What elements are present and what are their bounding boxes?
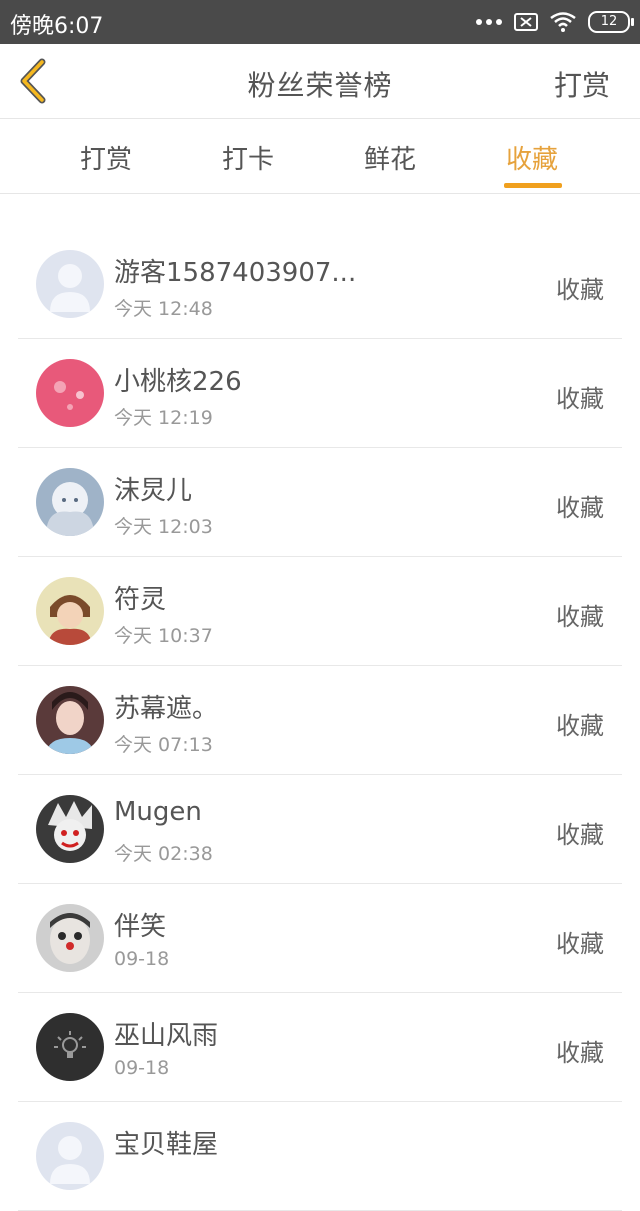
list-item[interactable]: 宝贝鞋屋 bbox=[18, 1102, 622, 1211]
tab-flowers[interactable]: 鲜花 bbox=[340, 139, 440, 176]
list-item[interactable]: 游客1587403907... 今天 12:48 收藏 bbox=[18, 230, 622, 339]
favorite-time: 09-18 bbox=[114, 948, 170, 970]
favorite-label: 收藏 bbox=[556, 276, 604, 304]
clown-avatar-icon bbox=[36, 904, 104, 972]
more-icon bbox=[476, 19, 502, 25]
user-name: 宝贝鞋屋 bbox=[114, 1130, 219, 1160]
active-tab-indicator bbox=[504, 183, 562, 188]
list-item[interactable]: Mugen 今天 02:38 收藏 bbox=[18, 775, 622, 884]
user-name: 小桃核226 bbox=[114, 367, 242, 397]
status-time: 傍晚6:07 bbox=[10, 14, 104, 39]
favorite-label: 收藏 bbox=[556, 494, 604, 522]
favorite-time: 今天 10:37 bbox=[114, 625, 213, 647]
avatar[interactable] bbox=[36, 795, 104, 863]
favorite-label: 收藏 bbox=[556, 712, 604, 740]
list-item[interactable]: 苏幕遮。 今天 07:13 收藏 bbox=[18, 666, 622, 775]
lightbulb-avatar-icon bbox=[36, 1013, 104, 1081]
page-title: 粉丝荣誉榜 bbox=[247, 69, 393, 102]
avatar[interactable] bbox=[36, 1013, 104, 1081]
tab-checkin[interactable]: 打卡 bbox=[198, 139, 298, 176]
user-name: 伴笑 bbox=[114, 912, 167, 942]
cartoon-avatar-icon bbox=[36, 795, 104, 863]
favorite-label: 收藏 bbox=[556, 930, 604, 958]
fan-list: 游客1587403907... 今天 12:48 收藏 小桃核226 今天 12… bbox=[18, 230, 622, 1211]
reward-button[interactable]: 打赏 bbox=[554, 64, 610, 104]
list-item[interactable]: 沫炅儿 今天 12:03 收藏 bbox=[18, 448, 622, 557]
favorite-time: 今天 12:48 bbox=[114, 298, 213, 320]
favorite-time: 今天 12:19 bbox=[114, 407, 213, 429]
avatar[interactable] bbox=[36, 904, 104, 972]
favorite-time: 今天 07:13 bbox=[114, 734, 213, 756]
user-name: Mugen bbox=[114, 797, 202, 827]
favorite-time: 今天 02:38 bbox=[114, 843, 213, 865]
status-bar: 傍晚6:07 12 bbox=[0, 0, 640, 44]
default-user-icon bbox=[36, 1122, 104, 1190]
favorite-label: 收藏 bbox=[556, 1039, 604, 1067]
avatar[interactable] bbox=[36, 359, 104, 427]
list-item[interactable]: 伴笑 09-18 收藏 bbox=[18, 884, 622, 993]
anime-girl-avatar-icon bbox=[36, 468, 104, 536]
favorite-label: 收藏 bbox=[556, 603, 604, 631]
list-item[interactable]: 小桃核226 今天 12:19 收藏 bbox=[18, 339, 622, 448]
list-item[interactable]: 巫山风雨 09-18 收藏 bbox=[18, 993, 622, 1102]
wifi-icon bbox=[550, 12, 576, 32]
favorite-time: 09-18 bbox=[114, 1057, 170, 1079]
user-name: 巫山风雨 bbox=[114, 1021, 219, 1051]
favorite-label: 收藏 bbox=[556, 385, 604, 413]
avatar[interactable] bbox=[36, 686, 104, 754]
avatar[interactable] bbox=[36, 250, 104, 318]
favorite-time: 今天 12:03 bbox=[114, 516, 213, 538]
avatar[interactable] bbox=[36, 468, 104, 536]
tab-favorites[interactable]: 收藏 bbox=[482, 139, 582, 176]
user-name: 符灵 bbox=[114, 585, 167, 615]
user-name: 苏幕遮。 bbox=[114, 694, 219, 724]
header: 粉丝荣誉榜 打赏 bbox=[0, 44, 640, 119]
sim-off-icon bbox=[514, 13, 538, 31]
tab-bar: 打赏 打卡 鲜花 收藏 bbox=[0, 119, 640, 194]
favorite-label: 收藏 bbox=[556, 821, 604, 849]
anime-character-avatar-icon bbox=[36, 577, 104, 645]
user-name: 沫炅儿 bbox=[114, 476, 193, 506]
avatar[interactable] bbox=[36, 577, 104, 645]
avatar[interactable] bbox=[36, 1122, 104, 1190]
user-name: 游客1587403907... bbox=[114, 258, 357, 288]
status-icons: 12 bbox=[476, 8, 634, 36]
battery-icon: 12 bbox=[588, 11, 634, 33]
default-user-icon bbox=[36, 250, 104, 318]
pink-avatar-icon bbox=[36, 359, 104, 427]
photo-avatar-icon bbox=[36, 686, 104, 754]
list-item[interactable]: 符灵 今天 10:37 收藏 bbox=[18, 557, 622, 666]
tab-reward[interactable]: 打赏 bbox=[56, 139, 156, 176]
